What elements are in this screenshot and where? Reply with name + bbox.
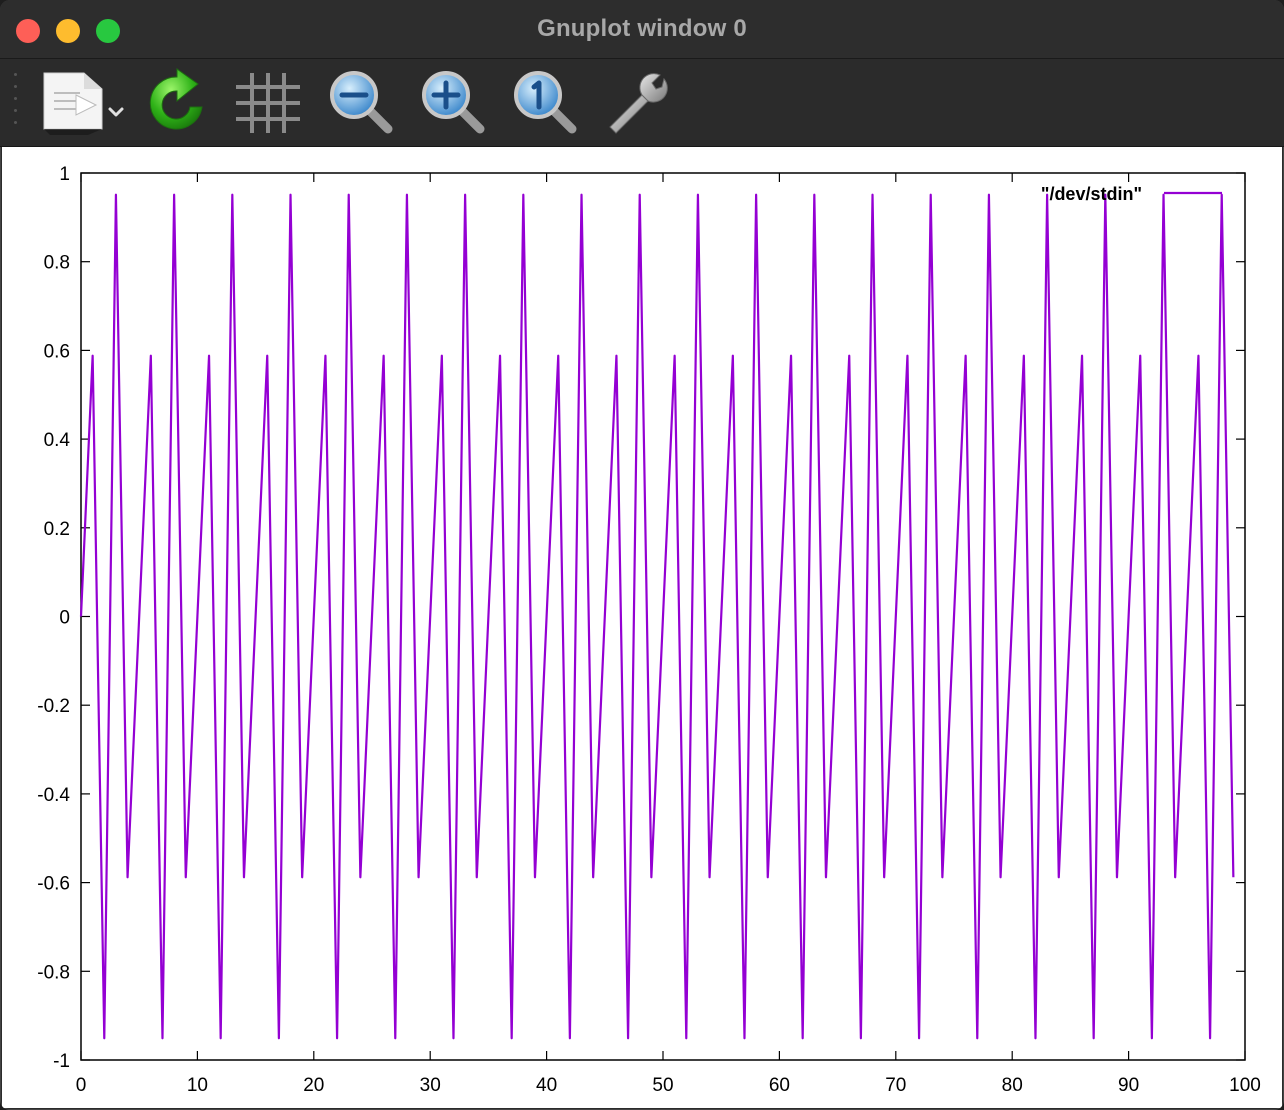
x-tick-label: 50 bbox=[652, 1075, 673, 1096]
series-line bbox=[79, 193, 1235, 1040]
y-tick-label: -0.6 bbox=[37, 874, 70, 895]
settings-button[interactable] bbox=[602, 67, 672, 137]
y-tick-label: -0.2 bbox=[37, 696, 70, 717]
x-tick-label: 60 bbox=[769, 1075, 790, 1096]
y-tick-label: 1 bbox=[59, 164, 70, 185]
window-title: Gnuplot window 0 bbox=[537, 15, 747, 42]
x-tick-label: 70 bbox=[885, 1075, 906, 1096]
x-tick-label: 80 bbox=[1002, 1075, 1023, 1096]
toolbar bbox=[0, 59, 1284, 147]
zoom-next-icon bbox=[422, 71, 485, 134]
title-bar[interactable]: Gnuplot window 0 bbox=[0, 0, 1284, 59]
x-tick-label: 30 bbox=[420, 1075, 441, 1096]
export-document-icon bbox=[43, 72, 124, 135]
y-tick-label: 0 bbox=[59, 608, 70, 629]
autoscale-icon bbox=[514, 71, 577, 134]
plot-canvas[interactable]: 0 10 20 30 40 50 60 70 80 90 100 1 0.8 0.6 0.4 0.2 0 -0.2… bbox=[2, 147, 1282, 1108]
zoom-previous-icon bbox=[330, 71, 393, 134]
x-tick-label: 100 bbox=[1229, 1075, 1261, 1096]
grid-icon bbox=[236, 73, 300, 133]
line-chart: 0 10 20 30 40 50 60 70 80 90 100 1 0.8 0.6 0.4 0.2 0 -0.2… bbox=[37, 164, 1261, 1096]
toolbar-grip[interactable] bbox=[14, 73, 18, 133]
gnuplot-window: Gnuplot window 0 0 10 20 30 40 50 60 70 … bbox=[0, 0, 1284, 1110]
x-tick-label: 20 bbox=[303, 1075, 324, 1096]
autoscale-button[interactable] bbox=[510, 67, 580, 137]
x-tick-label: 10 bbox=[187, 1075, 208, 1096]
zoom-previous-button[interactable] bbox=[326, 67, 396, 137]
replot-icon bbox=[149, 68, 203, 130]
wrench-icon bbox=[609, 73, 668, 134]
export-button[interactable] bbox=[40, 67, 132, 137]
grid-button[interactable] bbox=[234, 67, 302, 137]
y-tick-label: 0.8 bbox=[44, 253, 70, 274]
y-tick-label: -0.4 bbox=[37, 785, 70, 806]
y-tick-label: 0.2 bbox=[44, 519, 70, 540]
replot-button[interactable] bbox=[144, 67, 210, 137]
x-tick-label: 0 bbox=[76, 1075, 87, 1096]
x-tick-label: 90 bbox=[1118, 1075, 1139, 1096]
y-tick-label: -0.8 bbox=[37, 962, 70, 983]
legend-label: "/dev/stdin" bbox=[1041, 184, 1142, 204]
y-tick-label: -1 bbox=[53, 1051, 70, 1072]
y-tick-label: 0.4 bbox=[44, 430, 71, 451]
zoom-next-button[interactable] bbox=[418, 67, 488, 137]
x-tick-label: 40 bbox=[536, 1075, 557, 1096]
y-tick-label: 0.6 bbox=[44, 341, 70, 362]
